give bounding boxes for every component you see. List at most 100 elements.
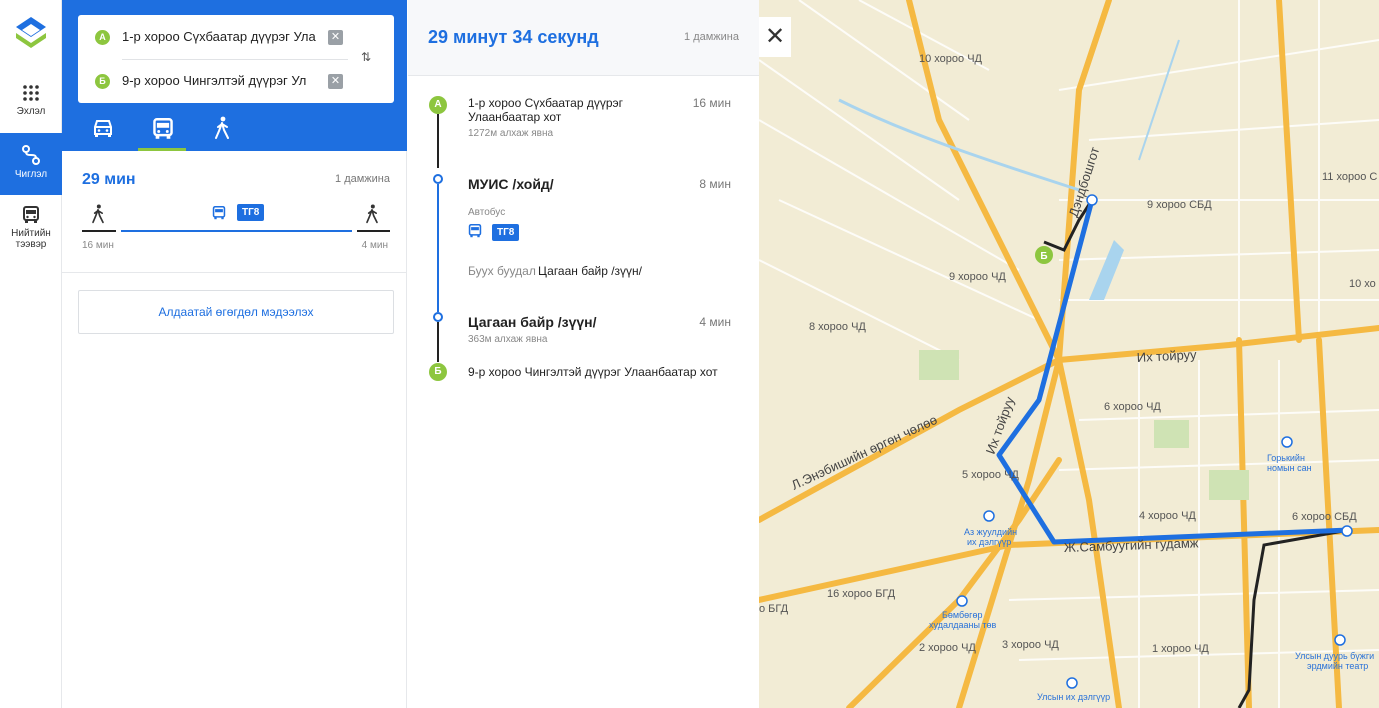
step-sub: 363м алхаж явна bbox=[468, 334, 548, 345]
walk-icon bbox=[92, 204, 104, 224]
walk-icon bbox=[215, 116, 229, 139]
report-error-button[interactable]: Алдаатай өгөгдөл мэдээлэх bbox=[78, 290, 394, 334]
step-title: 1-р хороо Сүхбаатар дүүрэг bbox=[468, 96, 624, 110]
step-end-marker: Б bbox=[429, 363, 447, 381]
bus-icon bbox=[468, 224, 482, 238]
nav-route-label: Чиглэл bbox=[14, 169, 48, 180]
walk-icon bbox=[366, 204, 378, 224]
clear-destination-button[interactable]: ✕ bbox=[328, 74, 343, 89]
travel-mode-tabs bbox=[62, 112, 407, 151]
route-icon bbox=[22, 145, 40, 165]
svg-text:11 хороо С: 11 хороо С bbox=[1322, 171, 1377, 183]
step-start-marker: А bbox=[429, 96, 447, 114]
route-summary[interactable]: 29 мин 1 дамжина ТГ8 16 мин 4 мин bbox=[62, 151, 407, 273]
svg-text:Аз жуулдийн: Аз жуулдийн bbox=[964, 527, 1017, 537]
walk-end-time: 4 мин bbox=[361, 240, 388, 251]
svg-text:4 хороо ЧД: 4 хороо ЧД bbox=[1139, 510, 1196, 522]
svg-text:о БГД: о БГД bbox=[759, 603, 789, 615]
bus-route-badge: ТГ8 bbox=[492, 224, 520, 241]
destination-input[interactable]: 9-р хороо Чингэлтэй дүүрэг Ул bbox=[122, 73, 320, 88]
itinerary-panel: 29 минут 34 секунд 1 дамжина А 1-р хороо… bbox=[408, 0, 759, 708]
tab-walk[interactable] bbox=[198, 112, 246, 151]
step-title[interactable]: Цагаан байр /зүүн/ bbox=[468, 314, 597, 330]
step-title: 9-р хороо Чингэлтэй дүүрэг Улаанбаатар х… bbox=[468, 365, 718, 379]
map[interactable]: Б 10 хороо ЧД 9 хороо СБД 11 хороо С 9 х… bbox=[759, 0, 1379, 708]
destination-row: Б 9-р хороо Чингэлтэй дүүрэг Ул ✕ bbox=[78, 61, 358, 101]
destination-marker: Б bbox=[95, 74, 110, 89]
search-card: А 1-р хороо Сүхбаатар дүүрэг Ула ✕ Б 9-р… bbox=[78, 15, 394, 103]
app-logo-icon[interactable] bbox=[14, 16, 48, 50]
directions-panel: А 1-р хороо Сүхбаатар дүүрэг Ула ✕ Б 9-р… bbox=[62, 0, 407, 708]
clear-origin-button[interactable]: ✕ bbox=[328, 30, 343, 45]
bus-segment-bar bbox=[121, 230, 352, 232]
step-mode: Автобус bbox=[468, 207, 506, 218]
nav-rail: Эхлэл Чиглэл Нийтийн тээвэр bbox=[0, 0, 62, 708]
origin-input[interactable]: 1-р хороо Сүхбаатар дүүрэг Ула bbox=[122, 29, 320, 44]
svg-text:Улсын их дэлгүүр: Улсын их дэлгүүр bbox=[1037, 692, 1110, 702]
svg-text:Л.Энэбишийн өргөн чөлөө: Л.Энэбишийн өргөн чөлөө bbox=[789, 412, 939, 493]
nav-route[interactable]: Чиглэл bbox=[0, 133, 62, 195]
step-time: 4 мин bbox=[699, 315, 731, 329]
svg-text:5 хороо ЧД: 5 хороо ЧД bbox=[962, 469, 1019, 481]
walk-line bbox=[437, 322, 439, 362]
svg-text:2 хороо ЧД: 2 хороо ЧД bbox=[919, 642, 976, 654]
svg-text:10 хороо ЧД: 10 хороо ЧД bbox=[919, 53, 983, 65]
bus-icon bbox=[23, 206, 39, 223]
stop-dot bbox=[433, 174, 443, 184]
stop-dot bbox=[433, 312, 443, 322]
origin-marker: А bbox=[95, 30, 110, 45]
nav-transit-label-2: тээвэр bbox=[15, 239, 47, 250]
origin-row: А 1-р хороо Сүхбаатар дүүрэг Ула ✕ bbox=[78, 17, 358, 57]
svg-text:их дэлгүүр: их дэлгүүр bbox=[967, 537, 1011, 547]
walk-start-time: 16 мин bbox=[82, 240, 114, 251]
itinerary-transfers: 1 дамжина bbox=[684, 31, 739, 43]
step-sub: 1272м алхаж явна bbox=[468, 128, 554, 139]
bus-line bbox=[437, 184, 439, 312]
total-time: 29 минут 34 секунд bbox=[428, 27, 599, 47]
walk-segment-bar bbox=[82, 230, 116, 232]
nav-transit-label-1: Нийтийн bbox=[11, 228, 51, 239]
alight-label: Буух буудал bbox=[468, 264, 536, 278]
divider bbox=[122, 59, 348, 60]
nav-transit[interactable]: Нийтийн тээвэр bbox=[0, 200, 62, 262]
bus-icon bbox=[212, 206, 226, 220]
panel-header: А 1-р хороо Сүхбаатар дүүрэг Ула ✕ Б 9-р… bbox=[62, 0, 407, 151]
car-icon bbox=[94, 120, 112, 137]
map-canvas[interactable]: Б 10 хороо ЧД 9 хороо СБД 11 хороо С 9 х… bbox=[759, 0, 1379, 708]
summary-duration: 29 мин bbox=[82, 171, 136, 188]
itinerary-header: 29 минут 34 секунд 1 дамжина bbox=[408, 0, 759, 76]
tab-bus[interactable] bbox=[138, 112, 186, 151]
svg-text:6 хороо ЧД: 6 хороо ЧД bbox=[1104, 401, 1161, 413]
apps-grid-icon bbox=[23, 85, 39, 101]
svg-text:3 хороо ЧД: 3 хороо ЧД bbox=[1002, 639, 1059, 651]
tab-car[interactable] bbox=[78, 112, 126, 151]
step-time: 16 мин bbox=[692, 96, 731, 110]
svg-text:10 хо: 10 хо bbox=[1349, 278, 1376, 290]
svg-text:номын сан: номын сан bbox=[1267, 463, 1312, 473]
step-title[interactable]: МУИС /хойд/ bbox=[468, 176, 554, 192]
svg-text:Бөмбөгөр: Бөмбөгөр bbox=[942, 610, 982, 620]
svg-text:Их тойруу: Их тойруу bbox=[983, 394, 1018, 456]
svg-text:Ж.Самбуугийн гудамж: Ж.Самбуугийн гудамж bbox=[1064, 535, 1199, 555]
svg-text:Их тойруу: Их тойруу bbox=[1136, 347, 1197, 365]
svg-text:16 хороо БГД: 16 хороо БГД bbox=[827, 588, 896, 600]
alight-stop: Цагаан байр /зүүн/ bbox=[538, 264, 643, 278]
svg-text:1 хороо ЧД: 1 хороо ЧД bbox=[1152, 643, 1209, 655]
svg-text:Улсын дуурь бүжги: Улсын дуурь бүжги bbox=[1295, 651, 1374, 661]
svg-text:худалдааны төв: худалдааны төв bbox=[929, 620, 997, 630]
svg-text:эрдмийн театр: эрдмийн театр bbox=[1307, 661, 1368, 671]
walk-segment-bar bbox=[357, 230, 390, 232]
walk-line bbox=[437, 114, 439, 168]
bus-route-badge: ТГ8 bbox=[237, 204, 265, 221]
nav-home-label: Эхлэл bbox=[16, 106, 46, 117]
bus-icon bbox=[153, 118, 173, 139]
svg-text:Б: Б bbox=[1040, 251, 1047, 262]
svg-text:8 хороо ЧД: 8 хороо ЧД bbox=[809, 321, 866, 333]
svg-text:Горькийн: Горькийн bbox=[1267, 453, 1305, 463]
close-button[interactable]: ✕ bbox=[759, 17, 791, 57]
step-title: Улаанбаатар хот bbox=[468, 110, 562, 124]
nav-home[interactable]: Эхлэл bbox=[0, 78, 62, 130]
swap-icon[interactable]: ⇅ bbox=[356, 50, 376, 68]
step-time: 8 мин bbox=[699, 177, 731, 191]
svg-text:9 хороо СБД: 9 хороо СБД bbox=[1147, 199, 1212, 211]
